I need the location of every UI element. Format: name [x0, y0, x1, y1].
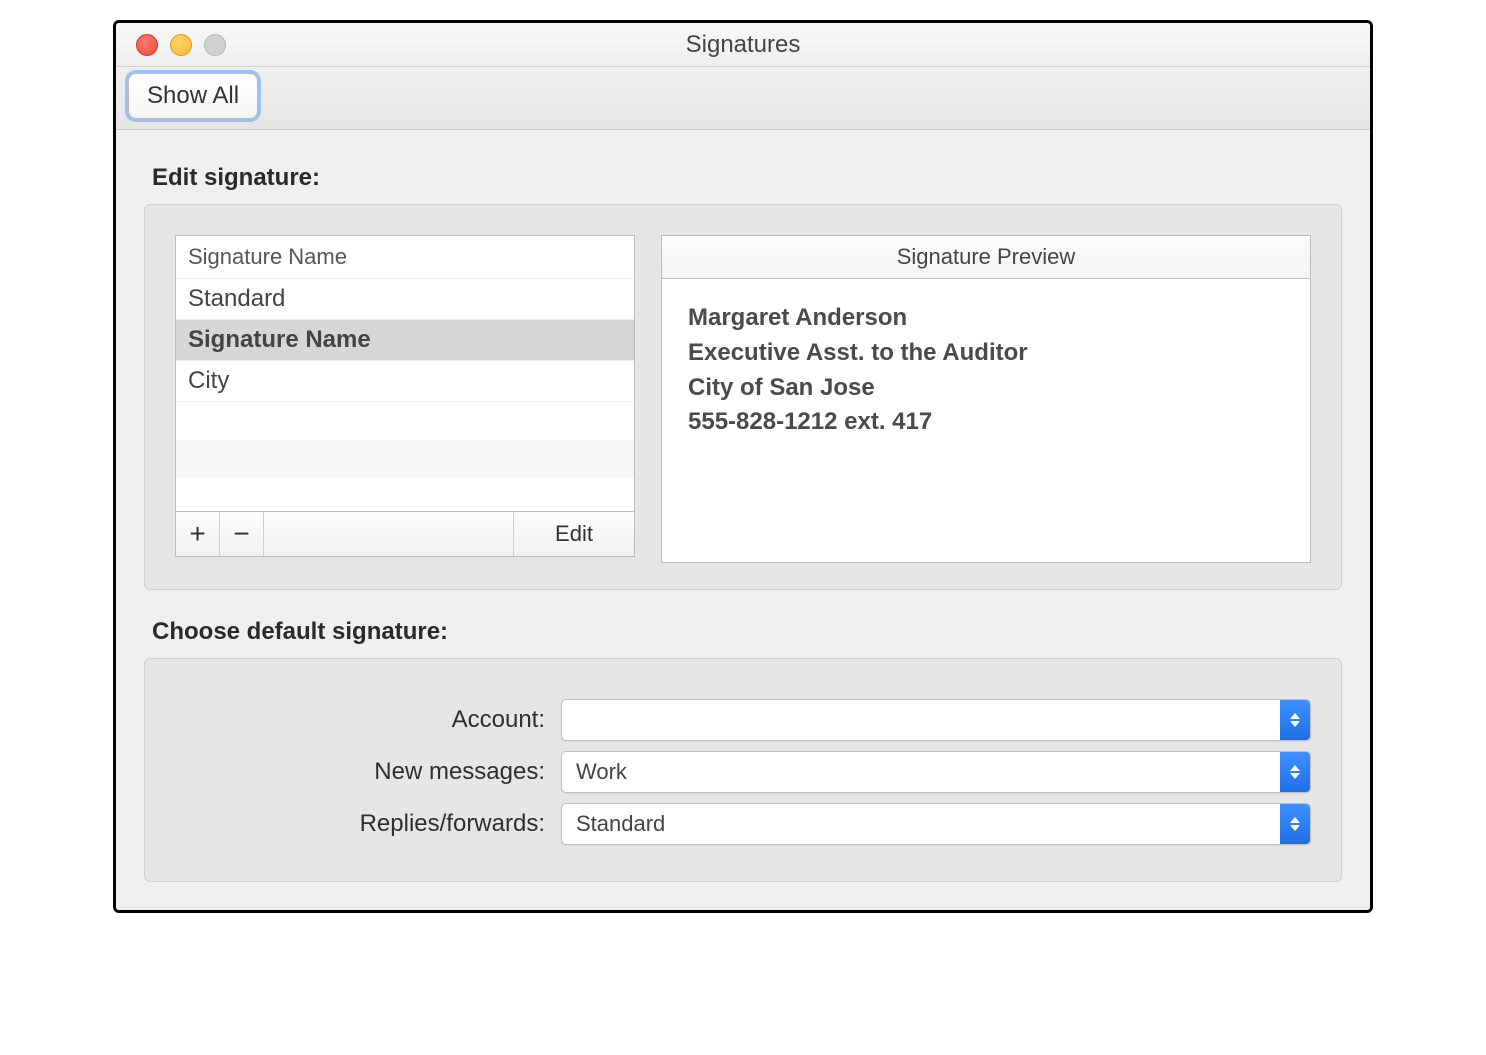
show-all-button[interactable]: Show All — [128, 73, 258, 119]
stepper-arrows-icon — [1280, 804, 1310, 844]
signature-list[interactable]: Signature Name Standard Signature Name C… — [175, 235, 635, 511]
replies-forwards-dropdown[interactable]: Standard — [561, 803, 1311, 845]
preview-line: Margaret Anderson — [688, 301, 1284, 336]
add-signature-button[interactable]: + — [176, 512, 220, 556]
signature-preview-body: Margaret Anderson Executive Asst. to the… — [661, 279, 1311, 563]
new-messages-label: New messages: — [175, 758, 545, 786]
choose-default-heading: Choose default signature: — [152, 618, 1342, 646]
content-area: Edit signature: Signature Name Standard … — [116, 130, 1370, 910]
signature-preview-header: Signature Preview — [661, 235, 1311, 279]
account-dropdown[interactable] — [561, 699, 1311, 741]
signatures-window: Signatures Show All Edit signature: Sign… — [113, 20, 1373, 913]
window-title: Signatures — [116, 31, 1370, 59]
footer-spacer — [264, 512, 514, 556]
window-controls — [136, 34, 226, 56]
titlebar: Signatures — [116, 23, 1370, 67]
close-window-button[interactable] — [136, 34, 158, 56]
default-signature-panel: Account: New messages: Work — [144, 658, 1342, 882]
zoom-window-button[interactable] — [204, 34, 226, 56]
remove-signature-button[interactable]: − — [220, 512, 264, 556]
new-messages-dropdown[interactable]: Work — [561, 751, 1311, 793]
replies-forwards-value: Standard — [576, 811, 665, 837]
stepper-arrows-icon — [1280, 700, 1310, 740]
new-messages-value: Work — [576, 759, 627, 785]
signature-list-column: Signature Name Standard Signature Name C… — [175, 235, 635, 563]
preview-line: 555-828-1212 ext. 417 — [688, 405, 1284, 440]
replies-forwards-row: Replies/forwards: Standard — [175, 803, 1311, 845]
edit-signature-button[interactable]: Edit — [514, 512, 634, 556]
minus-icon: − — [233, 518, 249, 550]
preview-line: City of San Jose — [688, 371, 1284, 406]
account-row: Account: — [175, 699, 1311, 741]
signature-preview-column: Signature Preview Margaret Anderson Exec… — [661, 235, 1311, 563]
signature-list-empty-area — [176, 402, 634, 511]
signature-row[interactable]: Signature Name — [176, 320, 634, 361]
preview-line: Executive Asst. to the Auditor — [688, 336, 1284, 371]
signature-list-header: Signature Name — [176, 236, 634, 279]
stepper-arrows-icon — [1280, 752, 1310, 792]
account-label: Account: — [175, 706, 545, 734]
replies-forwards-label: Replies/forwards: — [175, 810, 545, 838]
toolbar: Show All — [116, 67, 1370, 130]
plus-icon: + — [189, 518, 205, 550]
new-messages-row: New messages: Work — [175, 751, 1311, 793]
edit-signature-panel: Signature Name Standard Signature Name C… — [144, 204, 1342, 590]
edit-signature-heading: Edit signature: — [152, 164, 1342, 192]
signature-row[interactable]: City — [176, 361, 634, 402]
signature-list-footer: + − Edit — [175, 511, 635, 557]
minimize-window-button[interactable] — [170, 34, 192, 56]
signature-row[interactable]: Standard — [176, 279, 634, 320]
